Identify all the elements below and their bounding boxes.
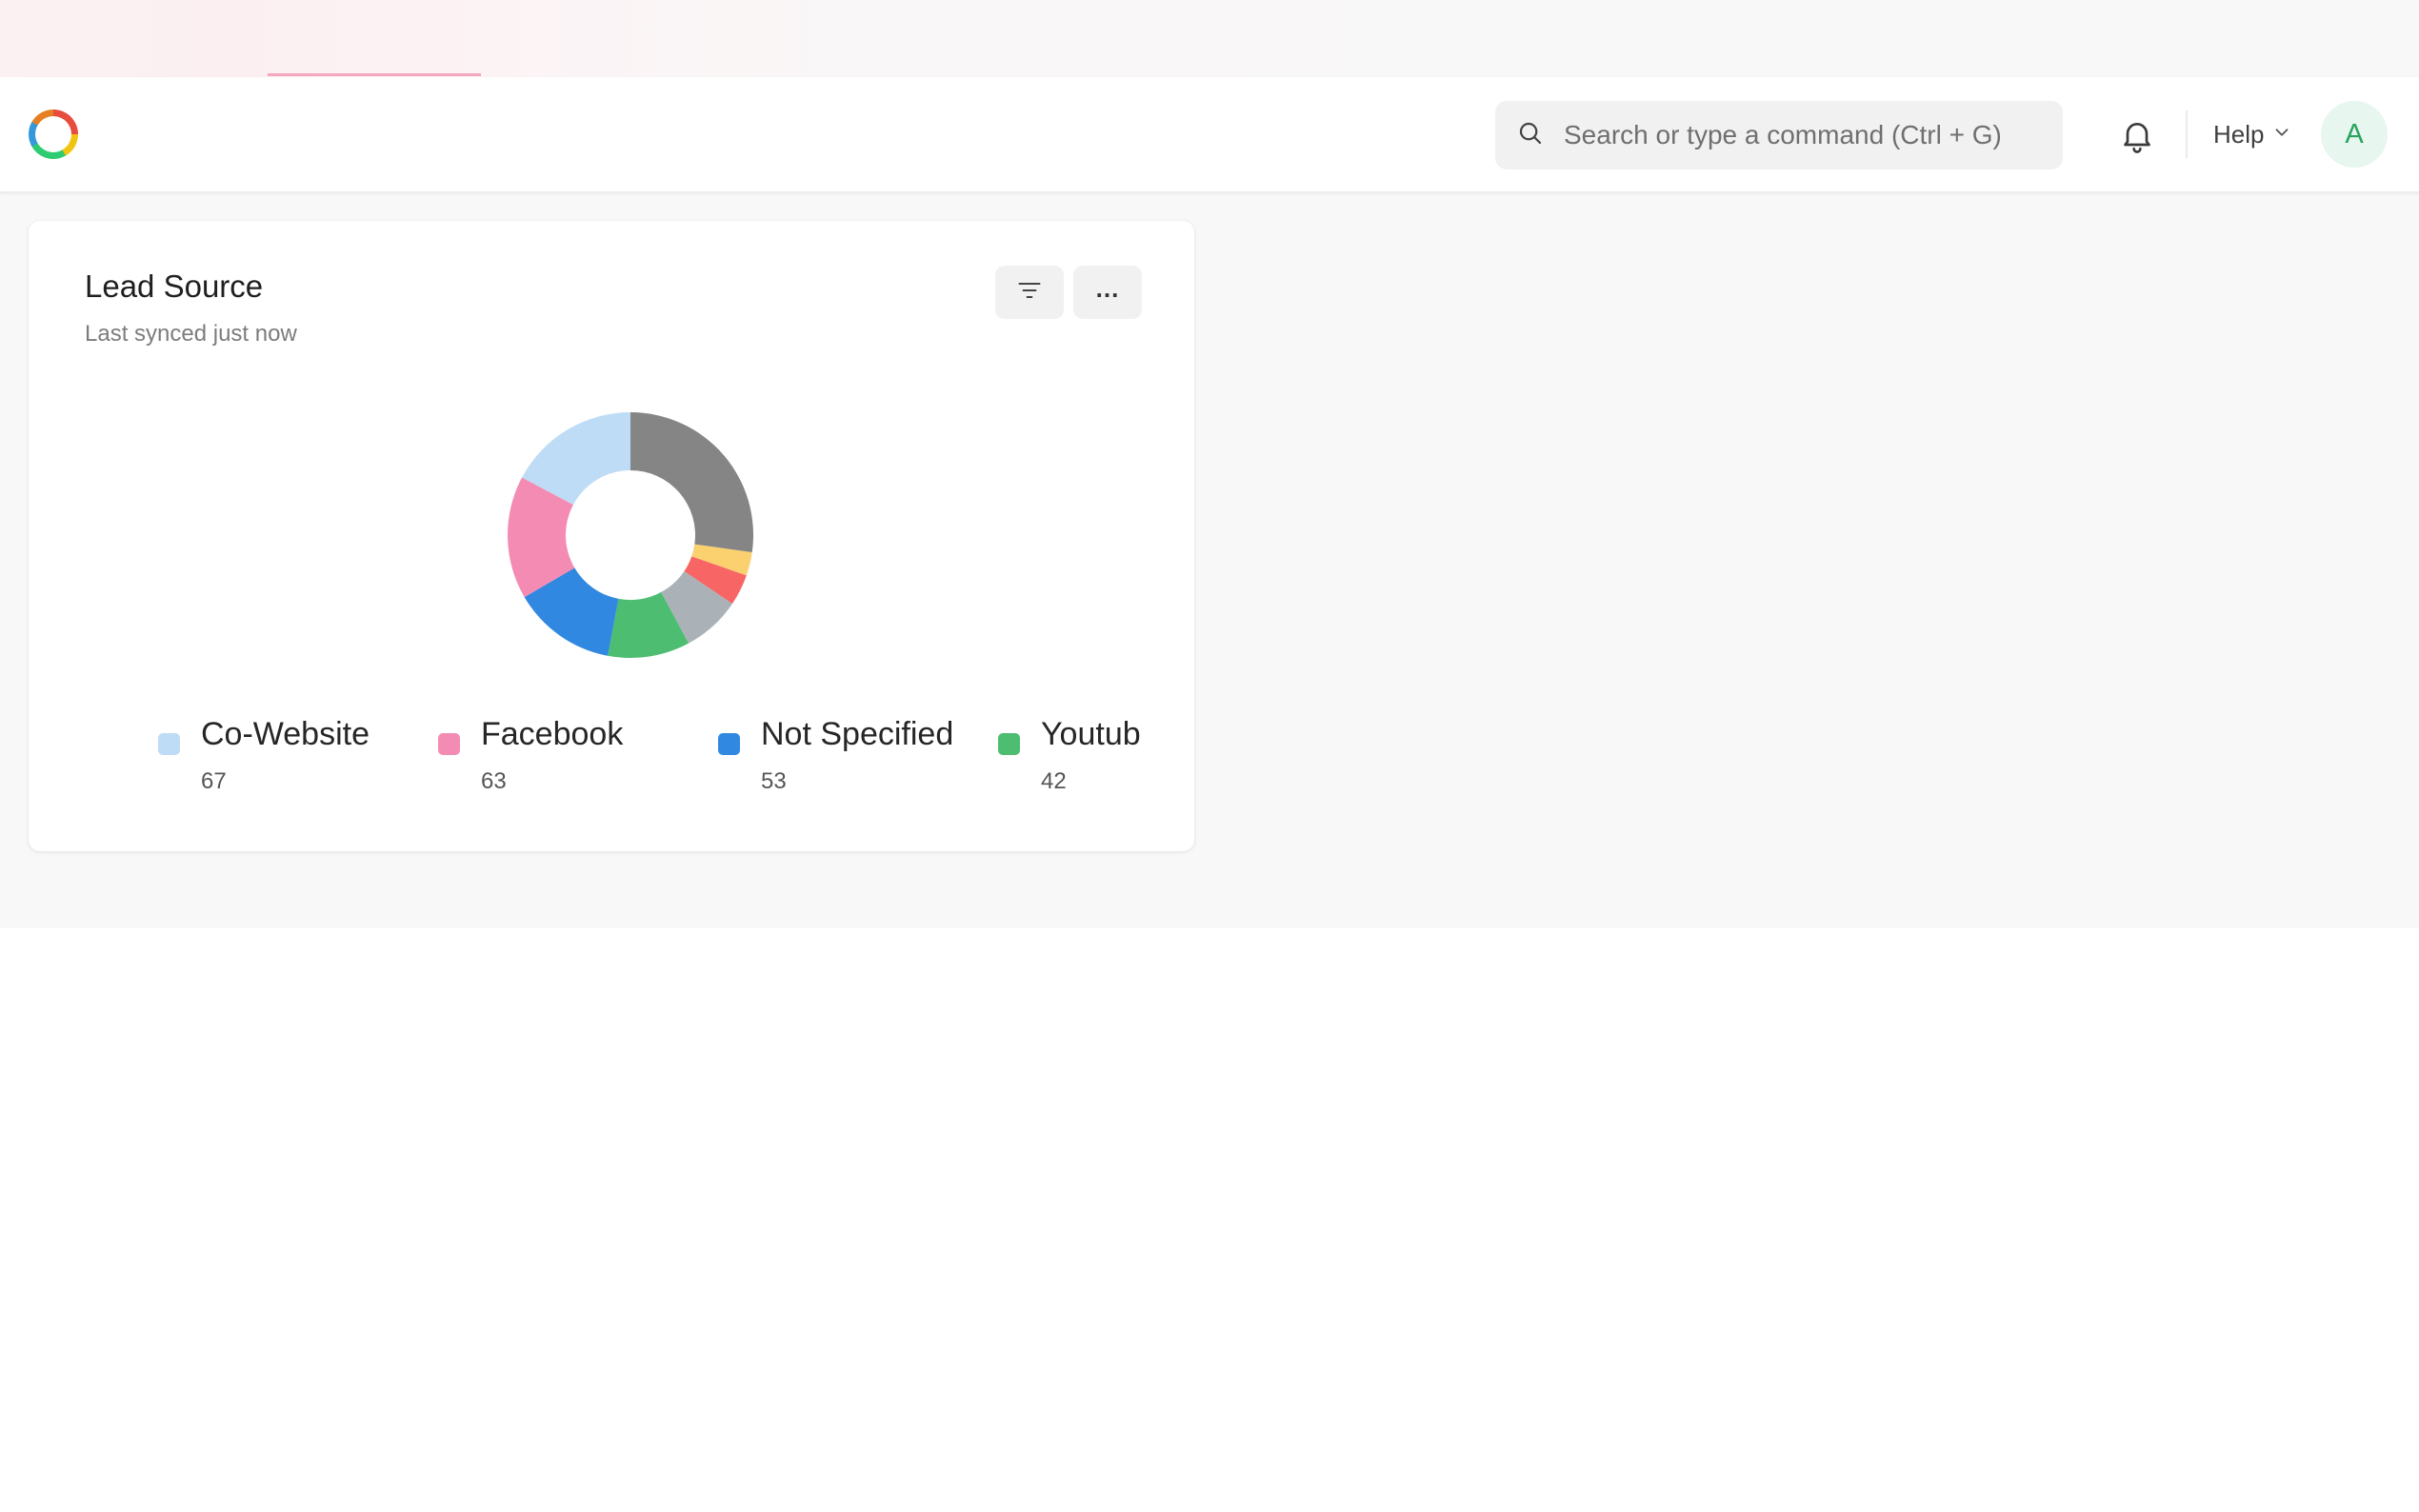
lead-source-card: Lead Source Last synced just now ... Co-… xyxy=(29,221,1194,851)
donut-chart xyxy=(508,412,753,658)
avatar-initial: A xyxy=(2345,118,2364,149)
legend-value: 67 xyxy=(201,768,227,794)
legend-swatch xyxy=(158,733,180,755)
notification-bell-icon[interactable] xyxy=(2118,116,2156,154)
help-label: Help xyxy=(2213,119,2265,149)
app-logo[interactable] xyxy=(29,109,78,159)
more-options-button[interactable]: ... xyxy=(1073,266,1142,319)
active-tab-indicator xyxy=(268,73,481,76)
search-input[interactable]: Search or type a command (Ctrl + G) xyxy=(1564,120,2002,150)
chevron-down-icon xyxy=(2264,120,2292,149)
chart-legend: Co-Website 67 Facebook 63 Not Specified 53 You… xyxy=(29,716,1156,821)
card-title: Lead Source xyxy=(85,269,264,304)
legend-value: 53 xyxy=(761,768,787,794)
legend-label: Facebook xyxy=(481,716,624,752)
filter-button[interactable] xyxy=(995,266,1064,319)
search-icon xyxy=(1516,119,1545,152)
filter-icon xyxy=(1016,277,1043,308)
search-bar[interactable]: Search or type a command (Ctrl + G) xyxy=(1495,101,2063,169)
legend-swatch xyxy=(438,733,460,755)
legend-label: Co-Website xyxy=(201,716,370,752)
navbar-divider xyxy=(2186,110,2188,158)
legend-swatch xyxy=(998,733,1020,755)
legend-value: 42 xyxy=(1041,768,1067,794)
user-avatar[interactable]: A xyxy=(2321,101,2388,168)
donut-slice-7[interactable] xyxy=(630,412,753,553)
legend-value: 63 xyxy=(481,768,507,794)
legend-label: Not Specified xyxy=(761,716,954,752)
help-menu[interactable]: Help xyxy=(2213,114,2292,154)
top-strip xyxy=(0,0,2419,77)
card-subtitle: Last synced just now xyxy=(85,321,297,347)
legend-swatch xyxy=(718,733,740,755)
legend-label: Youtub xyxy=(1041,716,1141,752)
